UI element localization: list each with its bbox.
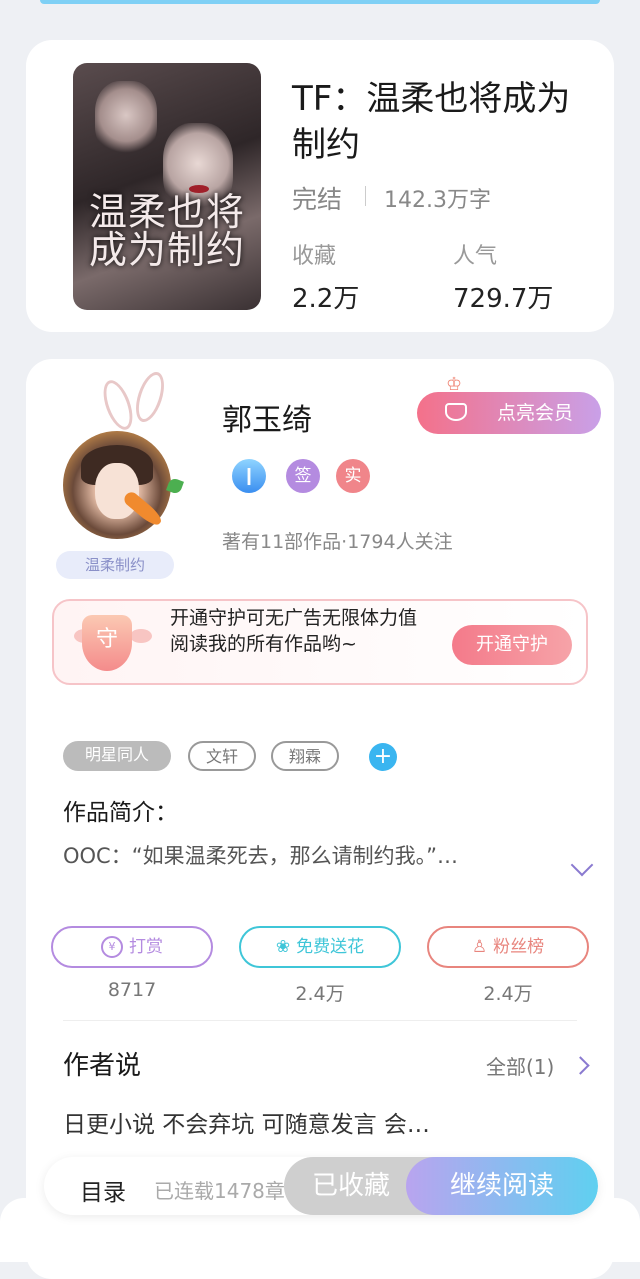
diamond-icon <box>445 403 467 421</box>
fan-count: 2.4万 <box>483 983 533 1005</box>
author-card: 温柔制约 郭玉绮 ♔ 点亮会员 ❙ 签 实 著有11部作品·1794人关注 守 … <box>26 359 614 1279</box>
book-info-card: 温柔也将成为制约 TF：温柔也将成为制约 完结 142.3万字 收藏 2.2万 … <box>26 40 614 332</box>
continue-reading-button[interactable]: 继续阅读 <box>406 1157 598 1215</box>
chevron-right-icon[interactable] <box>571 1056 590 1075</box>
guard-banner[interactable]: 守 开通守护可无广告无限体力值阅读我的所有作品哟~ 开通守护 <box>52 599 588 685</box>
popularity-value: 729.7万 <box>453 284 554 314</box>
expand-chevron-icon[interactable] <box>570 853 594 877</box>
tag-chip[interactable]: 文轩 <box>188 741 256 771</box>
user-icon: ♙ <box>471 937 488 957</box>
popularity-label: 人气 <box>453 244 498 269</box>
vip-button-label: 点亮会员 <box>496 402 573 424</box>
tip-count: 8717 <box>107 979 157 1001</box>
cover-figure <box>95 81 157 157</box>
bunny-ear-decoration <box>97 376 139 434</box>
fan-tag-badge: 温柔制约 <box>56 551 174 579</box>
author-meta: 著有11部作品·1794人关注 <box>222 531 453 553</box>
wing-decoration <box>130 629 152 643</box>
flower-count: 2.4万 <box>295 983 345 1005</box>
tip-button[interactable]: ¥ 打赏 <box>51 926 213 968</box>
fan-ranking-button[interactable]: ♙ 粉丝榜 <box>427 926 589 968</box>
yen-icon: ¥ <box>101 936 123 958</box>
cover-title-art: 温柔也将成为制约 <box>88 190 245 272</box>
send-flower-label: 免费送花 <box>296 937 365 957</box>
level-badge-icon: ❙ <box>232 459 266 493</box>
bunny-ear-decoration <box>130 368 170 426</box>
top-accent-strip <box>40 0 600 4</box>
add-tag-icon[interactable]: + <box>369 743 397 771</box>
tip-label: 打赏 <box>129 937 163 957</box>
author-name[interactable]: 郭玉绮 <box>222 395 312 439</box>
author-says-all-link[interactable]: 全部(1) <box>486 1051 554 1080</box>
open-guard-button[interactable]: 开通守护 <box>452 625 572 665</box>
table-of-contents-button[interactable]: 目录 <box>80 1173 126 1207</box>
avatar-face <box>95 463 139 519</box>
intro-title: 作品简介： <box>63 800 178 826</box>
tag-chip[interactable]: 翔霖 <box>271 741 339 771</box>
divider <box>365 186 366 206</box>
intro-text: OOC：“如果温柔死去，那么请制约我。”… <box>63 844 458 868</box>
fan-ranking-label: 粉丝榜 <box>493 937 545 957</box>
book-cover-image[interactable]: 温柔也将成为制约 <box>73 63 261 310</box>
tag-chip[interactable]: 明星同人 <box>63 741 171 771</box>
guard-description: 开通守护可无广告无限体力值阅读我的所有作品哟~ <box>170 607 418 655</box>
verified-badge: 实 <box>336 459 370 493</box>
book-title: TF：温柔也将成为制约 <box>292 79 571 165</box>
shield-icon: 守 <box>82 615 132 671</box>
signed-badge: 签 <box>286 459 320 493</box>
flower-icon: ❀ <box>275 937 291 957</box>
serial-chapter-count: 已连载1478章 <box>154 1179 285 1203</box>
send-flower-button[interactable]: ❀ 免费送花 <box>239 926 401 968</box>
vip-member-button[interactable]: 点亮会员 <box>417 392 601 434</box>
bottom-action-bar: 目录 已连载1478章 已收藏 继续阅读 <box>44 1157 598 1215</box>
book-word-count: 142.3万字 <box>384 188 491 213</box>
author-says-text: 日更小说 不会弃坑 可随意发言 会… <box>63 1112 430 1138</box>
author-says-title: 作者说 <box>63 1051 142 1081</box>
favorites-label: 收藏 <box>292 244 337 269</box>
book-status: 完结 <box>292 185 343 214</box>
divider <box>63 1020 577 1021</box>
favorites-value: 2.2万 <box>292 284 360 314</box>
